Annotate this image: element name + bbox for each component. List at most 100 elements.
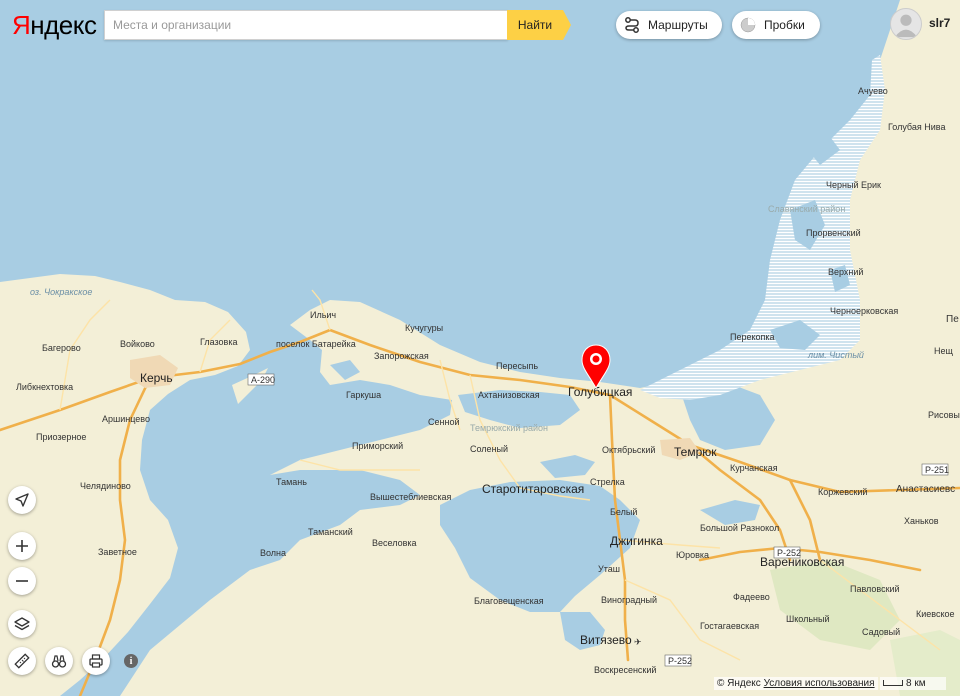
search-input[interactable] [105,11,507,39]
label-pavlovsky: Павловский [850,584,900,594]
zoom-in-button[interactable] [8,532,36,560]
username[interactable]: slr7 [929,16,950,30]
label-libknekhtovka: Либкнехтовка [16,382,73,392]
routes-button[interactable]: Маршруты [616,11,722,39]
label-volna: Волна [260,548,286,558]
routes-label: Маршруты [648,18,708,32]
ruler-button[interactable] [8,647,36,675]
label-gostagaevskaya: Гостагаевская [700,621,759,631]
search-box [104,10,508,40]
label-korzhevsky: Коржевский [818,487,867,497]
route-icon [625,17,639,33]
binoculars-icon [51,655,67,668]
label-primorsky: Приморский [352,441,403,451]
logo-first-letter: Я [12,10,31,40]
label-anastasievskaya: Анастасиевс [896,484,955,495]
label-arshintsevo: Аршинцево [102,414,150,424]
label-kurchanskaya: Курчанская [730,463,778,473]
label-chelyadinovo: Челядиново [80,481,131,491]
label-tamansky: Таманский [308,527,353,537]
label-taman: Тамань [276,477,307,487]
label-khankov: Ханьков [904,516,939,526]
traffic-icon [740,17,756,33]
label-pe: Пе [946,314,959,325]
terms-link[interactable]: Условия использования [764,678,875,689]
label-shkolny: Школьный [786,614,830,624]
label-vinogradny: Виноградный [601,595,657,605]
label-sadovy: Садовый [862,627,900,637]
label-slavyansky-district: Славянский район [768,204,845,214]
label-strelka: Стрелка [590,477,625,487]
label-cherny-erik: Черный Ерик [826,180,881,190]
label-neshch: Нещ [934,346,954,356]
copyright-text: © Яндекс [717,678,761,689]
logo-rest: ндекс [30,10,97,40]
layers-icon [14,617,30,631]
plus-icon [16,540,28,552]
user-avatar[interactable] [890,8,922,40]
traffic-button[interactable]: Пробки [732,11,820,39]
label-chernoerkovskaya: Черноерковская [830,306,898,316]
map-scale: 8 км [880,677,946,690]
label-vityazevo: Витязево [580,633,632,647]
label-temryuk: Темрюк [674,445,717,459]
scale-bar [883,680,903,687]
label-soleny: Соленый [470,444,508,454]
label-batareyka: поселок Батарейка [276,339,356,349]
label-priozernoe: Приозерное [36,432,86,442]
label-temryuk-district: Темрюкский район [470,423,548,433]
scale-label: 8 км [906,678,926,689]
label-ilich: Ильич [310,310,336,320]
label-a290: А-290 [251,375,275,385]
label-kuchugury: Кучугуры [405,323,443,333]
label-perekopka: Перекопка [730,332,775,342]
label-kerch: Керчь [140,371,173,385]
label-golubaya-niva: Голубая Нива [888,122,945,132]
label-dzhiginka: Джигинка [610,534,663,548]
map-canvas[interactable]: оз. Чокракское Багерово Войково Глазовка… [0,0,960,696]
label-zavetnoe: Заветное [98,547,137,557]
copyright: © Яндекс Условия использования [714,677,878,690]
label-peresyp: Пересыпь [496,361,538,371]
label-utash: Уташ [598,564,620,574]
panorama-button[interactable] [45,647,73,675]
label-lake-chokrak: оз. Чокракское [30,287,92,297]
print-button[interactable] [82,647,110,675]
label-golubitskaya: Голубицкая [568,385,632,399]
geolocation-arrow-icon [15,493,29,507]
label-yurovka: Юровка [676,550,709,560]
minus-icon [16,580,28,582]
user-icon [894,14,918,38]
label-r251: Р-251 [925,465,949,475]
label-verkhniy: Верхний [828,267,863,277]
label-voykovo: Войково [120,339,155,349]
label-veselovka: Веселовка [372,538,417,548]
yandex-logo[interactable]: Яндекс [12,10,97,41]
find-button[interactable]: Найти [507,10,571,40]
label-starotitarovskaya: Старотитаровская [482,482,584,496]
label-r252-b: Р-252 [668,656,692,666]
layers-button[interactable] [8,610,36,638]
ruler-icon [14,653,30,669]
label-lake-chisty: лим. Чистый [807,350,864,360]
label-zaporozhskaya: Запорожская [374,351,429,361]
airport-icon: ✈ [634,637,642,647]
label-garkusha: Гаркуша [346,390,381,400]
label-blagoveshchenskaya: Благовещенская [474,596,544,606]
traffic-label: Пробки [764,18,805,32]
label-achuevo: Ачуево [858,86,888,96]
label-akhtanizovskaya: Ахтанизовская [478,390,540,400]
label-fadeevo: Фадеево [733,592,770,602]
label-bagerovo: Багерово [42,343,81,353]
zoom-out-button[interactable] [8,567,36,595]
printer-icon [89,654,103,668]
label-risovy: Рисовый [928,410,960,420]
geolocation-button[interactable] [8,486,36,514]
label-glazovka: Глазовка [200,337,237,347]
label-bely: Белый [610,507,637,517]
info-icon[interactable]: i [124,654,138,668]
label-oktyabrsky: Октябрьский [602,445,655,455]
label-kievskoe: Киевское [916,609,955,619]
label-varenikovskaya: Варениковская [760,555,844,569]
label-vyshestebliyevskaya: Вышестеблиевская [370,492,451,502]
